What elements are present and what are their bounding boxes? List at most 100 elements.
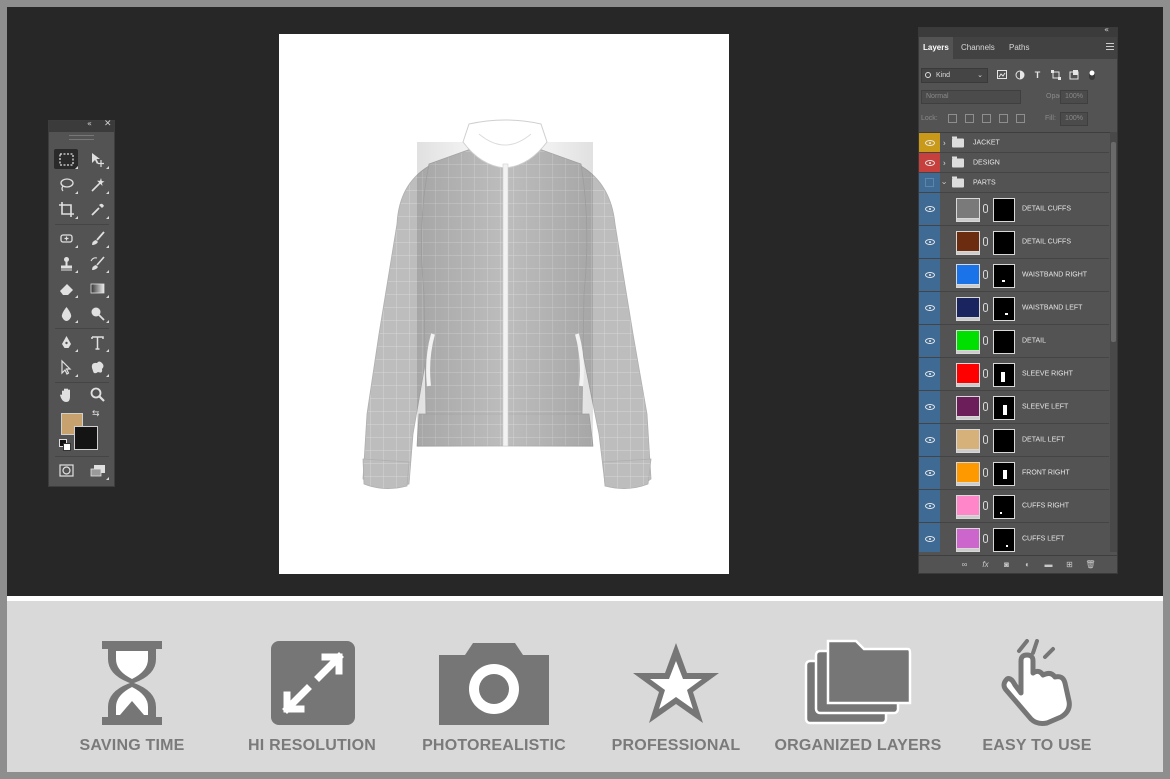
filter-kind-select[interactable]: Kind ⌄ (921, 68, 988, 83)
fx-icon[interactable]: fx (980, 559, 991, 570)
dodge-tool-icon[interactable] (85, 303, 109, 323)
link-icon[interactable] (983, 237, 988, 246)
visibility-eye-icon[interactable] (919, 391, 940, 423)
history-brush-tool-icon[interactable] (85, 253, 109, 273)
chevron-down-icon[interactable]: › (940, 181, 949, 184)
opacity-input[interactable]: 100% (1060, 90, 1088, 104)
lasso-tool-icon[interactable] (54, 174, 78, 194)
quick-mask-icon[interactable] (54, 460, 78, 480)
panel-grip[interactable] (69, 135, 94, 140)
tab-paths[interactable]: Paths (1005, 37, 1033, 59)
magic-wand-tool-icon[interactable] (85, 174, 109, 194)
add-mask-icon[interactable]: ◙ (1001, 559, 1012, 570)
new-layer-icon[interactable]: ⊞ (1064, 559, 1075, 570)
layers-panel-header[interactable]: « (919, 28, 1117, 37)
crop-tool-icon[interactable] (54, 199, 78, 219)
link-icon[interactable] (983, 204, 988, 213)
background-color-swatch[interactable] (74, 426, 98, 450)
layer-row[interactable]: SLEEVE RIGHT (919, 358, 1109, 391)
custom-shape-tool-icon[interactable] (85, 357, 109, 377)
brush-tool-icon[interactable] (85, 228, 109, 248)
link-icon[interactable] (983, 402, 988, 411)
visibility-eye-icon[interactable] (919, 358, 940, 390)
adjustment-layer-icon[interactable]: ◐ (1022, 559, 1033, 570)
collapse-icon[interactable]: « (87, 119, 92, 128)
blend-mode-select[interactable]: Normal (921, 90, 1021, 104)
filter-toggle-icon[interactable] (1086, 69, 1097, 80)
chevron-right-icon[interactable]: › (943, 158, 946, 167)
layer-row[interactable]: CUFFS LEFT (919, 523, 1109, 552)
visibility-eye-icon[interactable] (919, 226, 940, 258)
visibility-eye-icon[interactable] (919, 424, 940, 456)
trash-icon[interactable]: 🗑 (1085, 559, 1096, 570)
link-icon[interactable] (983, 501, 988, 510)
filter-adjustment-icon[interactable] (1014, 69, 1025, 80)
layer-row[interactable]: SLEEVE LEFT (919, 391, 1109, 424)
layer-group-design[interactable]: › DESIGN (919, 153, 1109, 173)
default-colors-icon[interactable] (59, 439, 71, 451)
visibility-eye-icon[interactable] (919, 490, 940, 522)
layer-row[interactable]: DETAIL CUFFS (919, 226, 1109, 259)
visibility-eye-icon[interactable] (919, 173, 940, 192)
blur-tool-icon[interactable] (54, 303, 78, 323)
eyedropper-tool-icon[interactable] (85, 199, 109, 219)
lock-artboard-icon[interactable] (999, 114, 1008, 123)
lock-pixels-icon[interactable] (965, 114, 974, 123)
link-icon[interactable] (983, 336, 988, 345)
layer-row[interactable]: DETAIL (919, 325, 1109, 358)
link-icon[interactable] (983, 369, 988, 378)
visibility-eye-icon[interactable] (919, 259, 940, 291)
swap-colors-icon[interactable]: ⇆ (92, 409, 100, 419)
tab-channels[interactable]: Channels (957, 37, 999, 59)
visibility-eye-icon[interactable] (919, 457, 940, 489)
new-group-icon[interactable]: ▬ (1043, 559, 1054, 570)
hand-tool-icon[interactable] (54, 384, 78, 404)
scrollbar-thumb[interactable] (1111, 142, 1116, 342)
link-layers-icon[interactable]: ∞ (959, 559, 970, 570)
link-icon[interactable] (983, 435, 988, 444)
layer-row[interactable]: WAISTBAND LEFT (919, 292, 1109, 325)
layer-row[interactable]: CUFFS RIGHT (919, 490, 1109, 523)
gradient-tool-icon[interactable] (85, 278, 109, 298)
lock-transparent-icon[interactable] (948, 114, 957, 123)
path-selection-tool-icon[interactable] (54, 357, 78, 377)
layers-scrollbar[interactable] (1110, 132, 1117, 552)
healing-brush-tool-icon[interactable] (54, 228, 78, 248)
layer-group-jacket[interactable]: › JACKET (919, 133, 1109, 153)
link-icon[interactable] (983, 270, 988, 279)
chevron-right-icon[interactable]: › (943, 138, 946, 147)
collapse-icon[interactable]: « (1104, 28, 1109, 34)
pen-tool-icon[interactable] (54, 332, 78, 352)
clone-stamp-tool-icon[interactable] (54, 253, 78, 273)
link-icon[interactable] (983, 534, 988, 543)
fill-input[interactable]: 100% (1060, 112, 1088, 126)
link-icon[interactable] (983, 303, 988, 312)
type-tool-icon[interactable] (85, 332, 109, 352)
screen-mode-icon[interactable] (85, 460, 109, 480)
layer-row[interactable]: DETAIL LEFT (919, 424, 1109, 457)
lock-position-icon[interactable] (982, 114, 991, 123)
link-icon[interactable] (983, 468, 988, 477)
layer-row[interactable]: DETAIL CUFFS (919, 193, 1109, 226)
eraser-tool-icon[interactable] (54, 278, 78, 298)
visibility-eye-icon[interactable] (919, 193, 940, 225)
layer-row[interactable]: WAISTBAND RIGHT (919, 259, 1109, 292)
visibility-eye-icon[interactable] (919, 292, 940, 324)
filter-smart-object-icon[interactable] (1068, 69, 1079, 80)
visibility-eye-icon[interactable] (919, 153, 940, 172)
visibility-eye-icon[interactable] (919, 325, 940, 357)
filter-pixel-icon[interactable] (996, 69, 1007, 80)
document-canvas[interactable] (279, 34, 729, 574)
tools-panel-header[interactable]: « ✕ (49, 119, 114, 132)
zoom-tool-icon[interactable] (85, 384, 109, 404)
layer-group-parts[interactable]: › PARTS (919, 173, 1109, 193)
marquee-tool-icon[interactable] (54, 149, 78, 169)
visibility-eye-icon[interactable] (919, 133, 940, 152)
close-icon[interactable]: ✕ (104, 119, 112, 129)
panel-menu-icon[interactable] (1106, 43, 1114, 50)
layer-row[interactable]: FRONT RIGHT (919, 457, 1109, 490)
filter-shape-icon[interactable] (1050, 69, 1061, 80)
tab-layers[interactable]: Layers (919, 37, 953, 59)
move-tool-icon[interactable] (85, 149, 109, 169)
visibility-eye-icon[interactable] (919, 523, 940, 552)
